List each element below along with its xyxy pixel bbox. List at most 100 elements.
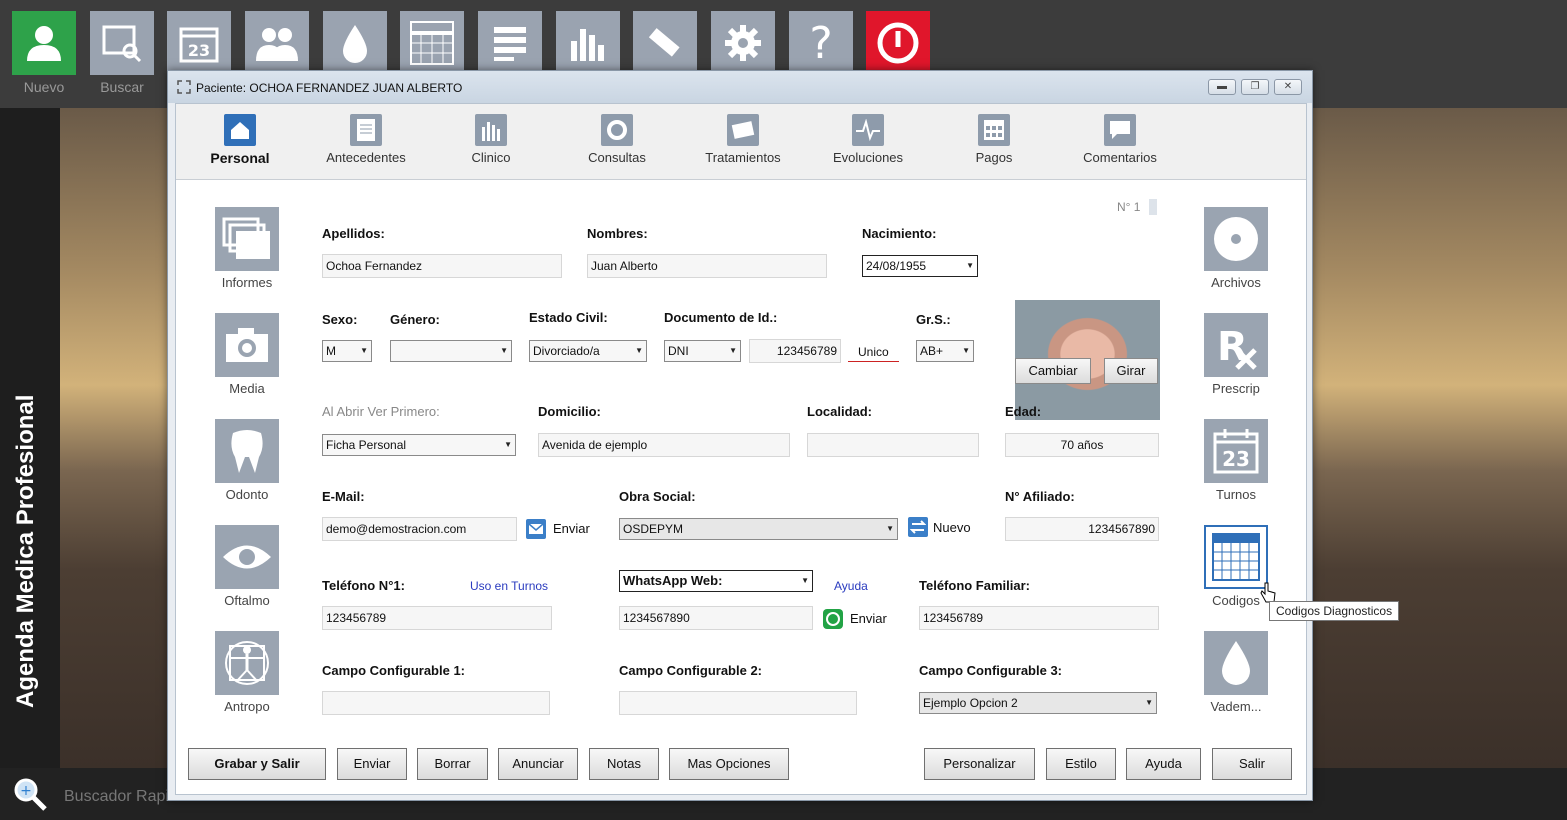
al-abrir-label: Al Abrir Ver Primero: (322, 404, 440, 419)
campo1-field[interactable] (322, 691, 550, 715)
informes-button[interactable]: Informes (215, 207, 279, 290)
settings-button[interactable] (711, 11, 775, 75)
save-and-exit-button[interactable]: Grabar y Salir (188, 748, 326, 780)
nombres-field[interactable]: Juan Alberto (587, 254, 827, 278)
tab-antecedentes[interactable]: Antecedentes (306, 114, 426, 165)
obra-social-select[interactable]: OSDEPYM (619, 518, 898, 540)
campo3-select[interactable]: Ejemplo Opcion 2 (919, 692, 1157, 714)
change-photo-button[interactable]: Cambiar (1015, 358, 1091, 384)
sexo-select[interactable]: M (322, 340, 372, 362)
prescrip-button[interactable]: R Prescrip (1204, 313, 1268, 396)
documento-field[interactable]: 123456789 (749, 339, 841, 363)
unico-button[interactable]: Unico (848, 345, 899, 362)
swap-icon[interactable] (908, 517, 928, 537)
notes-button[interactable]: Notas (589, 748, 659, 780)
record-number: N° 1 (1117, 200, 1141, 214)
quick-search-icon[interactable]: + (12, 776, 48, 812)
minimize-button[interactable]: ▬ (1208, 79, 1236, 95)
tab-evoluciones[interactable]: Evoluciones (808, 114, 928, 165)
close-button[interactable]: ✕ (1274, 79, 1302, 95)
whatsapp-send-button[interactable]: Enviar (850, 611, 887, 626)
drop-icon (1204, 631, 1268, 695)
more-options-button[interactable]: Mas Opciones (669, 748, 789, 780)
group-button[interactable] (245, 11, 309, 75)
group-icon (256, 28, 298, 61)
tab-comentarios[interactable]: Comentarios (1060, 114, 1180, 165)
drop-button[interactable] (323, 11, 387, 75)
genero-label: Género: (390, 312, 440, 327)
nacimiento-datepicker[interactable]: 24/08/1955 (862, 255, 978, 277)
odonto-button[interactable]: Odonto (215, 419, 279, 502)
sexo-label: Sexo: (322, 312, 358, 327)
oftalmo-label: Oftalmo (224, 593, 270, 608)
mail-icon[interactable] (526, 519, 546, 539)
tab-consultas[interactable]: Consultas (557, 114, 677, 165)
eye-icon (215, 525, 279, 589)
style-button[interactable]: Estilo (1046, 748, 1116, 780)
usb-button[interactable] (633, 11, 697, 75)
grupo-sanguineo-label: Gr.S.: (916, 312, 951, 327)
telefono-familiar-field[interactable]: 123456789 (919, 606, 1159, 630)
list-button[interactable] (478, 11, 542, 75)
search-patient-button[interactable] (90, 11, 154, 75)
telefono1-field[interactable]: 123456789 (322, 606, 552, 630)
antropo-button[interactable]: Antropo (215, 631, 279, 714)
codes-grid-icon (1204, 525, 1268, 589)
oftalmo-button[interactable]: Oftalmo (215, 525, 279, 608)
window-titlebar[interactable]: Paciente: OCHOA FERNANDEZ JUAN ALBERTO ▬… (168, 71, 1312, 103)
delete-button[interactable]: Borrar (417, 748, 488, 780)
tab-tratamientos[interactable]: Tratamientos (683, 114, 803, 165)
drop-icon (343, 25, 367, 63)
turnos-button[interactable]: 23 Turnos (1204, 419, 1268, 502)
vademecum-button[interactable]: Vadem... (1204, 631, 1268, 714)
al-abrir-select[interactable]: Ficha Personal (322, 434, 516, 456)
customize-button[interactable]: Personalizar (924, 748, 1035, 780)
restore-button[interactable]: ❐ (1241, 79, 1269, 95)
whatsapp-select[interactable]: WhatsApp Web: (619, 570, 813, 592)
user-icon (27, 26, 61, 61)
apellidos-field[interactable]: Ochoa Fernandez (322, 254, 562, 278)
calendar-button[interactable]: 23 (167, 11, 231, 75)
whatsapp-field[interactable]: 1234567890 (619, 606, 813, 630)
power-button[interactable] (866, 11, 930, 75)
tooth-icon (215, 419, 279, 483)
estado-civil-select[interactable]: Divorciado/a (529, 340, 647, 362)
announce-button[interactable]: Anunciar (498, 748, 578, 780)
usb-icon (648, 28, 680, 57)
whatsapp-icon[interactable] (823, 609, 843, 629)
statistics-button[interactable] (556, 11, 620, 75)
help-footer-button[interactable]: Ayuda (1126, 748, 1201, 780)
email-field[interactable]: demo@demostracion.com (322, 517, 517, 541)
grid-button[interactable] (400, 11, 464, 75)
uso-en-turnos-link[interactable]: Uso en Turnos (470, 579, 548, 593)
genero-select[interactable] (390, 340, 512, 362)
domicilio-field[interactable]: Avenida de ejemplo (538, 433, 790, 457)
media-button[interactable]: Media (215, 313, 279, 396)
campo2-field[interactable] (619, 691, 857, 715)
help-button[interactable]: ? (789, 11, 853, 75)
archivos-label: Archivos (1211, 275, 1261, 290)
pulse-icon (852, 114, 884, 146)
tab-label: Comentarios (1083, 150, 1157, 165)
new-patient-button[interactable] (12, 11, 76, 75)
send-button[interactable]: Enviar (337, 748, 407, 780)
archivos-button[interactable]: Archivos (1204, 207, 1268, 290)
rotate-photo-button[interactable]: Girar (1104, 358, 1158, 384)
antropo-label: Antropo (224, 699, 270, 714)
obra-social-new-button[interactable]: Nuevo (933, 520, 971, 535)
tab-personal[interactable]: Personal (180, 114, 300, 166)
tab-label: Clinico (471, 150, 511, 165)
svg-text:23: 23 (188, 41, 210, 60)
whatsapp-help-link[interactable]: Ayuda (834, 579, 868, 593)
documento-type-select[interactable]: DNI (664, 340, 741, 362)
tab-pagos[interactable]: Pagos (934, 114, 1054, 165)
tab-label: Pagos (975, 150, 1013, 165)
tab-clinico[interactable]: Clinico (431, 114, 551, 165)
email-send-button[interactable]: Enviar (553, 521, 590, 536)
afiliado-field[interactable]: 1234567890 (1005, 517, 1159, 541)
localidad-label: Localidad: (807, 404, 873, 419)
grupo-sanguineo-select[interactable]: AB+ (916, 340, 974, 362)
exit-button[interactable]: Salir (1212, 748, 1292, 780)
localidad-field[interactable] (807, 433, 979, 457)
record-number-box (1149, 199, 1157, 215)
